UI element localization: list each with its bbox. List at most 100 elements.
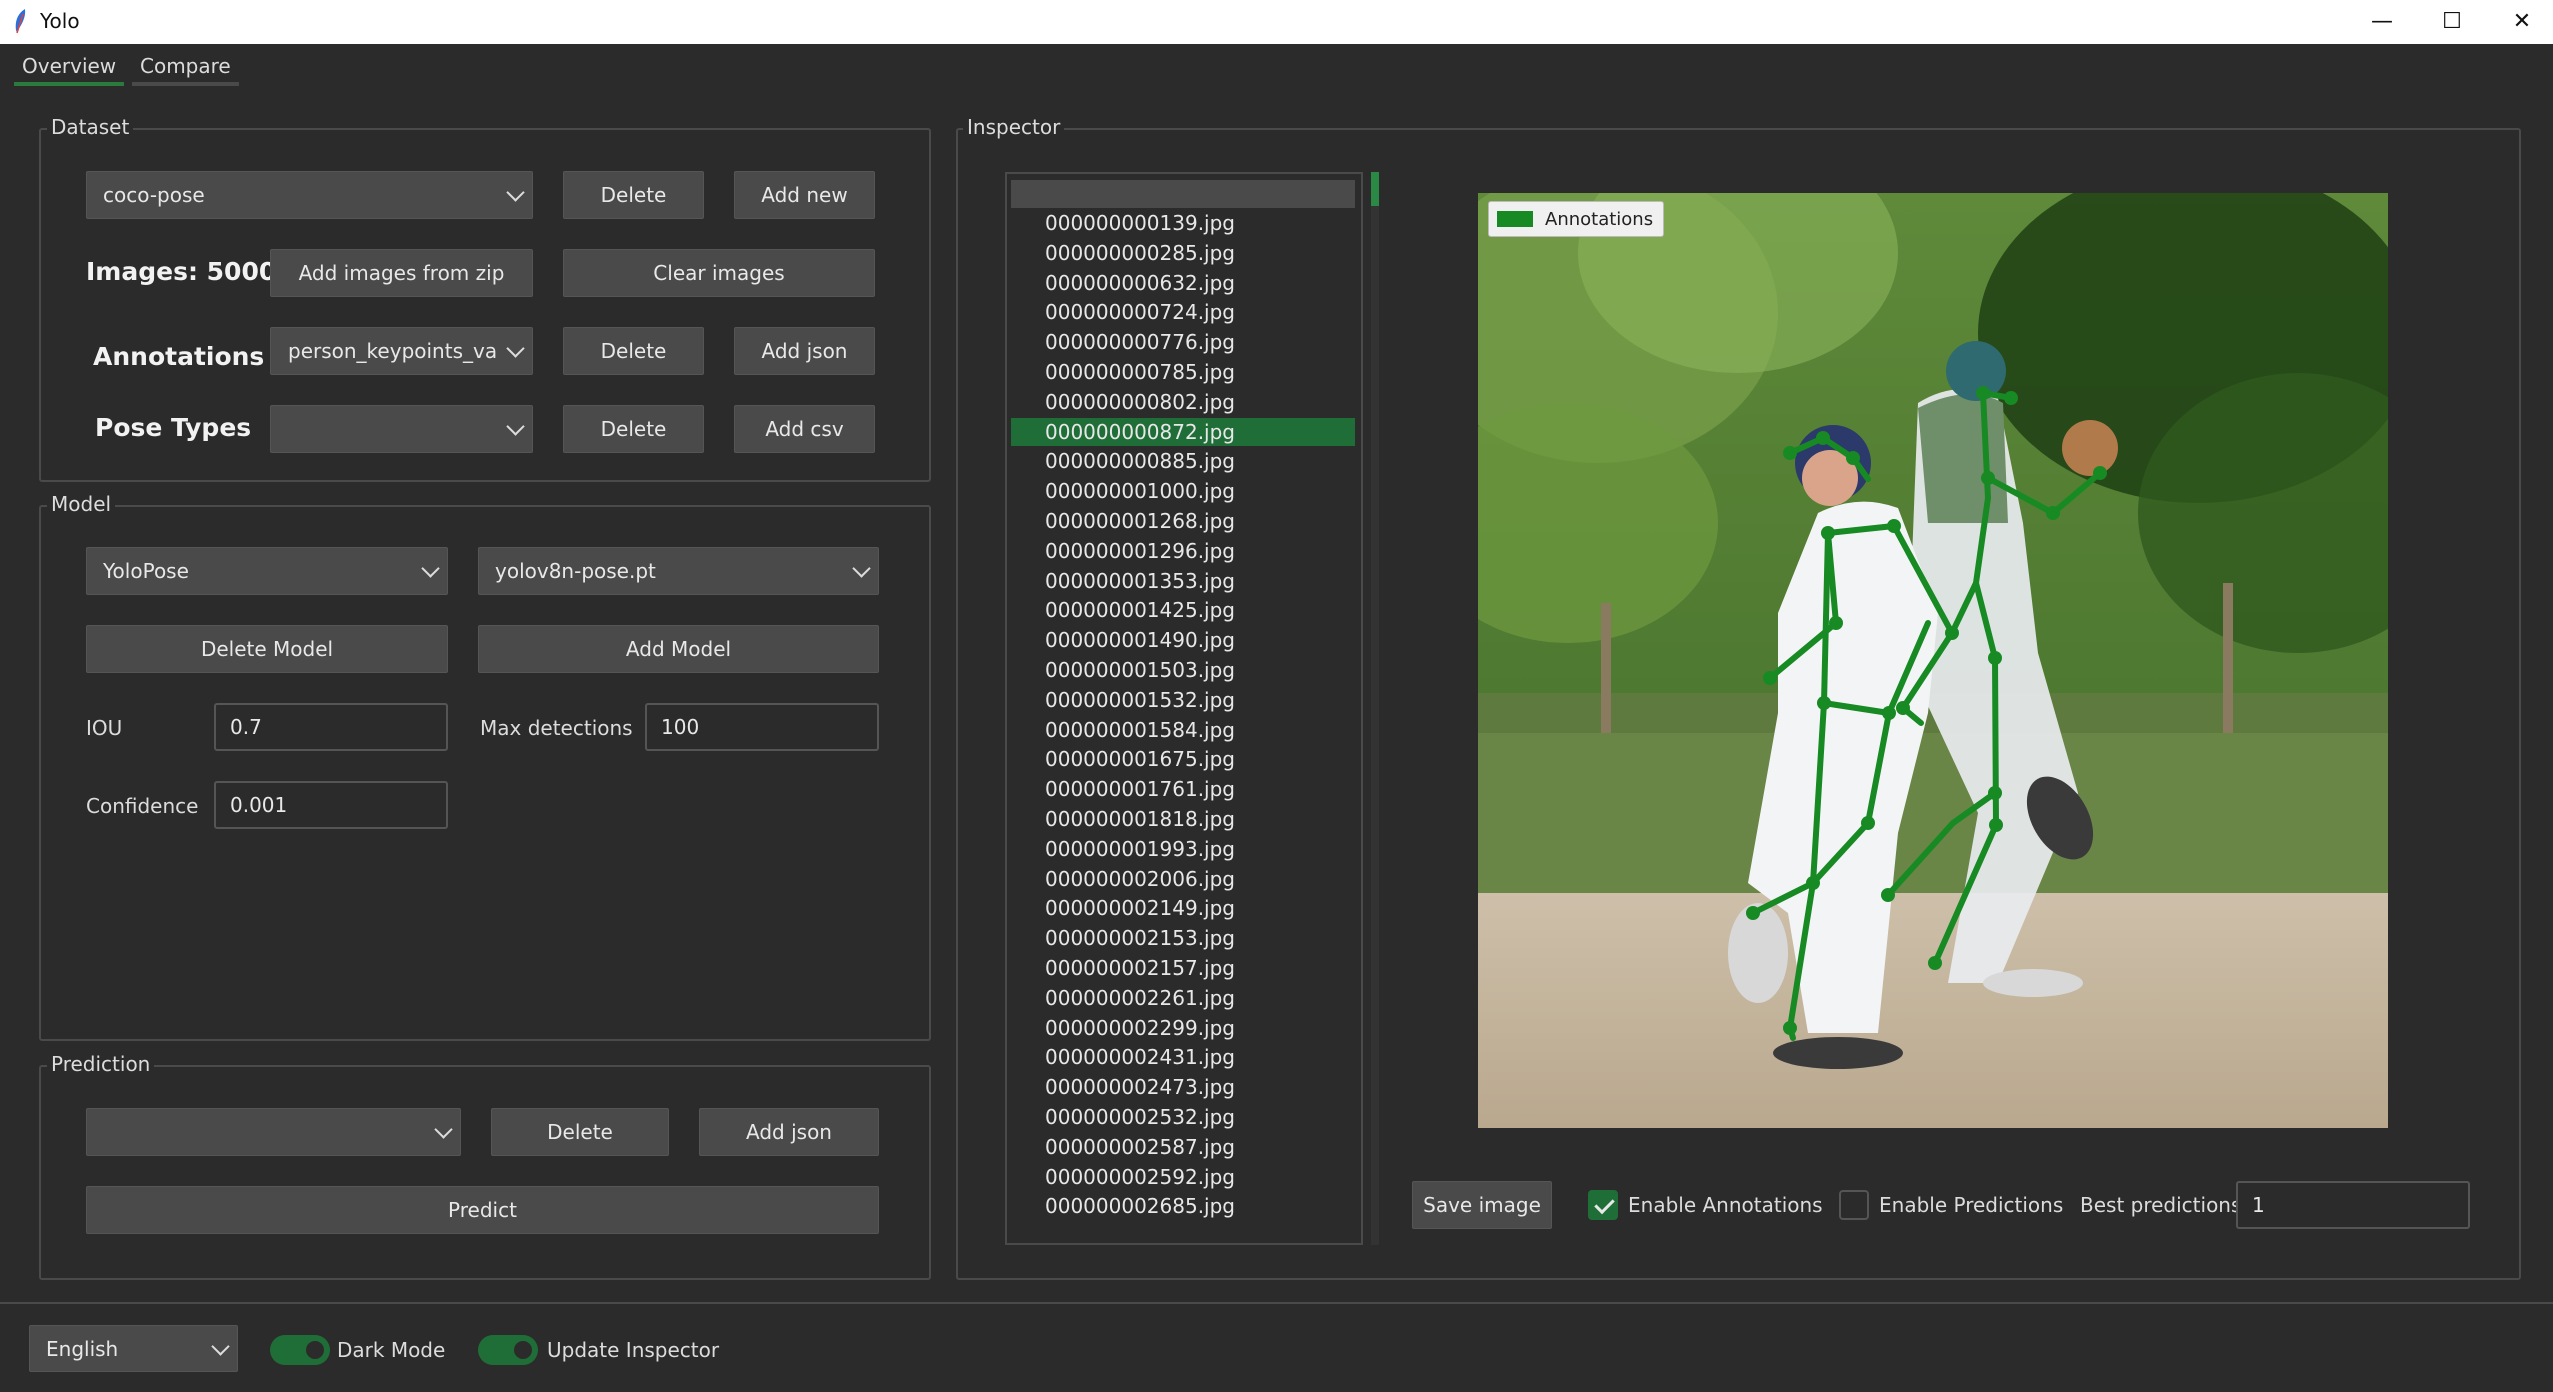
legend-swatch bbox=[1497, 211, 1533, 227]
add-model-button[interactable]: Add Model bbox=[478, 625, 879, 673]
list-item[interactable]: 000000002157.jpg bbox=[1011, 954, 1355, 982]
file-list-scrollbar[interactable] bbox=[1371, 172, 1379, 1245]
pose-types-delete-button[interactable]: Delete bbox=[563, 405, 704, 453]
pose-types-select[interactable] bbox=[270, 405, 533, 453]
list-item[interactable]: 000000001268.jpg bbox=[1011, 507, 1355, 535]
list-item[interactable]: 000000001000.jpg bbox=[1011, 477, 1355, 505]
list-item[interactable]: 000000001353.jpg bbox=[1011, 567, 1355, 595]
list-item-selected[interactable]: 000000000872.jpg bbox=[1011, 417, 1355, 446]
chevron-down-icon bbox=[421, 559, 440, 578]
best-predictions-input[interactable]: 1 bbox=[2236, 1181, 2470, 1229]
list-item[interactable]: 000000002431.jpg bbox=[1011, 1043, 1355, 1071]
list-item[interactable]: 000000001584.jpg bbox=[1011, 716, 1355, 744]
list-item[interactable]: 000000000885.jpg bbox=[1011, 447, 1355, 475]
add-images-zip-button[interactable]: Add images from zip bbox=[270, 249, 533, 297]
list-item[interactable]: 000000002153.jpg bbox=[1011, 924, 1355, 952]
list-item[interactable]: 000000002299.jpg bbox=[1011, 1014, 1355, 1042]
iou-label: IOU bbox=[86, 716, 123, 740]
list-item[interactable]: 000000001532.jpg bbox=[1011, 686, 1355, 714]
predict-button[interactable]: Predict bbox=[86, 1186, 879, 1234]
close-button[interactable]: ✕ bbox=[2487, 0, 2553, 44]
enable-predictions-checkbox[interactable] bbox=[1839, 1190, 1869, 1220]
add-json-button[interactable]: Add json bbox=[734, 327, 875, 375]
list-item[interactable]: 000000001425.jpg bbox=[1011, 596, 1355, 624]
best-predictions-label: Best predictions: bbox=[2080, 1193, 2249, 1217]
pose-types-label: Pose Types bbox=[95, 413, 252, 442]
list-item[interactable]: 000000002006.jpg bbox=[1011, 865, 1355, 893]
clear-images-button[interactable]: Clear images bbox=[563, 249, 875, 297]
list-item[interactable]: 000000000785.jpg bbox=[1011, 358, 1355, 386]
list-item[interactable]: 000000002587.jpg bbox=[1011, 1133, 1355, 1161]
tab-compare-label: Compare bbox=[140, 54, 231, 78]
dataset-delete-button[interactable]: Delete bbox=[563, 171, 704, 219]
list-item[interactable]: 000000001296.jpg bbox=[1011, 537, 1355, 565]
dataset-select-value: coco-pose bbox=[103, 183, 205, 207]
dataset-group-label: Dataset bbox=[47, 115, 134, 139]
save-image-button[interactable]: Save image bbox=[1412, 1181, 1552, 1229]
update-inspector-label: Update Inspector bbox=[547, 1338, 720, 1362]
language-value: English bbox=[46, 1336, 119, 1361]
list-item[interactable]: 000000001490.jpg bbox=[1011, 626, 1355, 654]
confidence-label: Confidence bbox=[86, 794, 199, 818]
list-item[interactable]: 000000000802.jpg bbox=[1011, 388, 1355, 416]
list-item[interactable]: 000000001675.jpg bbox=[1011, 745, 1355, 773]
prediction-add-json-button[interactable]: Add json bbox=[699, 1108, 879, 1156]
list-item[interactable]: 000000002473.jpg bbox=[1011, 1073, 1355, 1101]
list-item[interactable]: 000000002261.jpg bbox=[1011, 984, 1355, 1012]
list-item[interactable]: 000000001993.jpg bbox=[1011, 835, 1355, 863]
list-item[interactable]: 000000000139.jpg bbox=[1011, 209, 1355, 237]
list-item[interactable]: 000000001503.jpg bbox=[1011, 656, 1355, 684]
update-inspector-toggle[interactable] bbox=[478, 1335, 538, 1365]
prediction-group bbox=[39, 1065, 931, 1280]
max-detections-label: Max detections bbox=[480, 716, 633, 740]
prediction-select[interactable] bbox=[86, 1108, 461, 1156]
delete-model-button[interactable]: Delete Model bbox=[86, 625, 448, 673]
list-item[interactable]: 000000000776.jpg bbox=[1011, 328, 1355, 356]
model-type-value: YoloPose bbox=[103, 559, 189, 583]
annotations-label: Annotations bbox=[93, 342, 265, 371]
list-item[interactable]: 000000002532.jpg bbox=[1011, 1103, 1355, 1131]
chevron-down-icon bbox=[506, 339, 525, 358]
dataset-add-new-button[interactable]: Add new bbox=[734, 171, 875, 219]
list-item[interactable]: 000000002685.jpg bbox=[1011, 1192, 1355, 1220]
list-item[interactable]: 000000000724.jpg bbox=[1011, 298, 1355, 326]
dark-mode-toggle[interactable] bbox=[270, 1335, 330, 1365]
maximize-button[interactable]: ☐ bbox=[2417, 0, 2487, 44]
add-csv-button[interactable]: Add csv bbox=[734, 405, 875, 453]
inspected-image: Annotations bbox=[1478, 193, 2388, 1128]
annotations-select[interactable]: person_keypoints_val20 bbox=[270, 327, 533, 375]
annotations-delete-button[interactable]: Delete bbox=[563, 327, 704, 375]
list-item[interactable]: 000000001761.jpg bbox=[1011, 775, 1355, 803]
list-item[interactable]: 000000001818.jpg bbox=[1011, 805, 1355, 833]
list-item[interactable]: 000000000632.jpg bbox=[1011, 269, 1355, 297]
prediction-group-label: Prediction bbox=[47, 1052, 155, 1076]
enable-annotations-checkbox[interactable] bbox=[1588, 1190, 1618, 1220]
prediction-delete-button[interactable]: Delete bbox=[491, 1108, 669, 1156]
tab-overview-label: Overview bbox=[22, 54, 117, 78]
app-feather-icon bbox=[15, 9, 26, 34]
list-item-blank[interactable] bbox=[1011, 180, 1355, 208]
list-item[interactable]: 000000002592.jpg bbox=[1011, 1163, 1355, 1191]
dataset-select[interactable]: coco-pose bbox=[86, 171, 533, 219]
tab-compare[interactable]: Compare bbox=[132, 52, 239, 86]
legend-label: Annotations bbox=[1545, 208, 1654, 230]
model-type-select[interactable]: YoloPose bbox=[86, 547, 448, 595]
confidence-input[interactable]: 0.001 bbox=[214, 781, 448, 829]
file-list-scroll-thumb[interactable] bbox=[1371, 172, 1379, 206]
model-weights-value: yolov8n-pose.pt bbox=[495, 559, 656, 583]
enable-predictions-label: Enable Predictions bbox=[1879, 1193, 2064, 1217]
model-weights-select[interactable]: yolov8n-pose.pt bbox=[478, 547, 879, 595]
tab-underline bbox=[132, 82, 239, 86]
max-detections-input[interactable]: 100 bbox=[645, 703, 879, 751]
chevron-down-icon bbox=[434, 1120, 453, 1139]
dark-mode-label: Dark Mode bbox=[337, 1338, 446, 1362]
file-list[interactable]: 000000000139.jpg 000000000285.jpg 00000000… bbox=[1005, 172, 1363, 1245]
images-count: Images: 5000 bbox=[86, 257, 277, 286]
list-item[interactable]: 000000000285.jpg bbox=[1011, 239, 1355, 267]
chevron-down-icon bbox=[211, 1336, 230, 1356]
list-item[interactable]: 000000002149.jpg bbox=[1011, 894, 1355, 922]
iou-input[interactable]: 0.7 bbox=[214, 703, 448, 751]
language-select[interactable]: English bbox=[29, 1325, 238, 1372]
tab-overview[interactable]: Overview bbox=[14, 52, 125, 86]
minimize-button[interactable]: — bbox=[2347, 0, 2417, 44]
